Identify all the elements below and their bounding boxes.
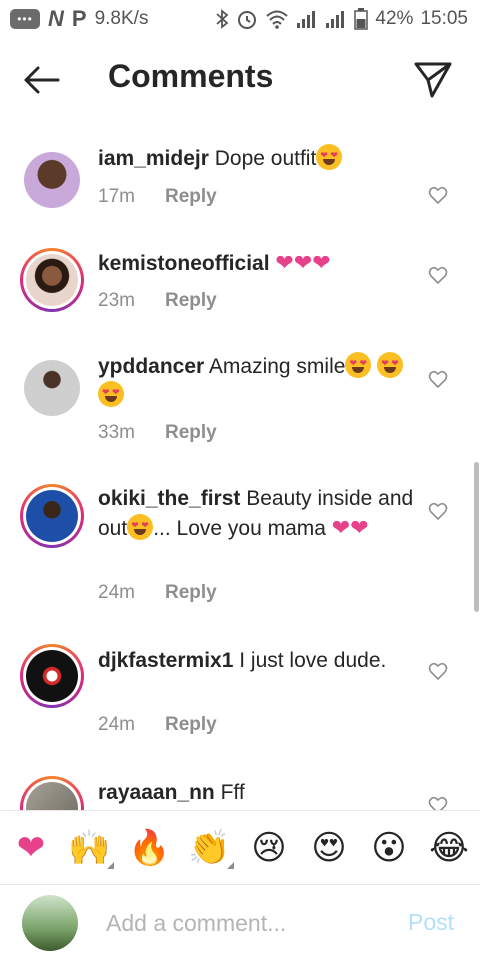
scrollbar[interactable]: [474, 462, 479, 612]
comment-username[interactable]: rayaaan_nn: [98, 781, 215, 804]
status-bar: ••• N P 9.8K/s 42% 15:05: [0, 0, 480, 38]
send-icon: [414, 62, 452, 98]
reply-button[interactable]: Reply: [165, 422, 217, 443]
comment-meta: 24m Reply: [98, 714, 217, 736]
send-button[interactable]: [410, 58, 454, 102]
emoji-raised-hands-button[interactable]: 🙌: [68, 827, 114, 869]
emoji-clap-button[interactable]: 👏: [188, 827, 234, 869]
emoji-heart-eyes-button[interactable]: 😍: [308, 827, 350, 869]
reply-button[interactable]: Reply: [165, 582, 217, 603]
battery-percent: 42%: [375, 8, 414, 29]
wifi-icon: [265, 9, 289, 29]
heart-outline-icon[interactable]: [428, 186, 448, 206]
comment-text: okiki_the_first Beauty inside and out ❤ ❤.…: [98, 484, 418, 543]
back-button[interactable]: [22, 60, 62, 100]
emoji-heart-button[interactable]: ❤: [10, 827, 52, 869]
comment-username[interactable]: djkfastermix1: [98, 649, 233, 672]
comment-body: I just love dude.: [239, 649, 387, 672]
reply-button[interactable]: Reply: [165, 714, 217, 735]
avatar[interactable]: [20, 356, 84, 420]
pink-heart-emoji: ❤: [312, 250, 331, 275]
heart-eyes-emoji: ❤ ❤: [345, 352, 372, 378]
heart-eyes-emoji: ❤ ❤: [127, 514, 154, 540]
comment-username[interactable]: iam_midejr: [98, 147, 209, 170]
page-title: Comments: [108, 58, 274, 94]
heart-outline-icon[interactable]: [428, 662, 448, 682]
clock: 15:05: [420, 8, 468, 29]
avatar[interactable]: [20, 484, 84, 548]
comment-text: iam_midejr Dope outfit ❤ ❤: [98, 144, 418, 173]
comment-username[interactable]: ypddancer: [98, 355, 204, 378]
heart-outline-icon[interactable]: [428, 370, 448, 390]
signal-icon: [296, 9, 318, 29]
header: Comments: [0, 38, 480, 122]
comment-username[interactable]: kemistoneofficial: [98, 252, 270, 275]
comment-meta: 23m Reply: [98, 290, 217, 312]
bluetooth-icon: [215, 9, 229, 29]
avatar[interactable]: [20, 776, 84, 810]
comment-body: Fff: [220, 781, 245, 804]
comment-time: 24m: [98, 714, 135, 735]
comment-time: 23m: [98, 290, 135, 311]
avatar[interactable]: [20, 644, 84, 708]
p-app-icon: P: [71, 6, 87, 31]
pink-heart-emoji: ❤: [331, 515, 351, 540]
comment-time: 33m: [98, 422, 135, 443]
heart-eyes-emoji: ❤ ❤: [316, 144, 343, 170]
emoji-laughing-button[interactable]: 😂: [428, 827, 470, 869]
battery-icon: [354, 8, 369, 30]
comment-body: Dope outfit: [214, 147, 317, 170]
comment-input[interactable]: [106, 905, 386, 941]
comment-composer: Post: [0, 884, 480, 960]
comment-text: djkfastermix1 I just love dude.: [98, 646, 418, 675]
comment-text: kemistoneofficial ❤❤❤: [98, 248, 418, 278]
heart-outline-icon[interactable]: [428, 502, 448, 522]
post-button[interactable]: Post: [408, 909, 454, 936]
comment-meta: 24m Reply: [98, 582, 217, 604]
comment-body: Amazing smile: [208, 355, 346, 378]
comment-text: ypddancer Amazing smile ❤ ❤ ❤ ❤ ❤ ❤: [98, 352, 418, 410]
comment-time: 17m: [98, 186, 135, 207]
emoji-fire-button[interactable]: 🔥: [128, 827, 170, 869]
signal-2-icon: [325, 9, 347, 29]
alarm-icon: [236, 8, 258, 30]
user-avatar: [22, 895, 78, 951]
comment-body-2: ... Love you mama: [153, 517, 326, 540]
network-speed: 9.8K/s: [94, 8, 149, 29]
avatar[interactable]: [20, 148, 84, 212]
comment-meta: 17m Reply: [98, 186, 217, 208]
chat-bubble-icon: •••: [10, 9, 40, 29]
comment-meta: 33m Reply: [98, 422, 217, 444]
comments-list[interactable]: iam_midejr Dope outfit ❤ ❤ 17m Reply kemist…: [0, 122, 480, 810]
emoji-crying-button[interactable]: 😢: [248, 827, 290, 869]
heart-eyes-emoji: ❤ ❤: [377, 352, 404, 378]
emoji-surprised-button[interactable]: 😮: [368, 827, 410, 869]
n-app-icon: N: [48, 6, 64, 31]
comment-text: rayaaan_nn Fff: [98, 778, 418, 807]
comment-time: 24m: [98, 582, 135, 603]
avatar[interactable]: [20, 248, 84, 312]
comment-username[interactable]: okiki_the_first: [98, 487, 240, 510]
reply-button[interactable]: Reply: [165, 186, 217, 207]
pink-heart-emoji: ❤: [293, 250, 313, 275]
back-arrow-icon: [24, 66, 60, 94]
heart-eyes-emoji: ❤ ❤: [98, 381, 124, 407]
heart-outline-icon[interactable]: [428, 266, 448, 286]
pink-heart-emoji: ❤: [275, 250, 294, 275]
emoji-quick-bar: ❤ 🙌 🔥 👏 😢 😍 😮 😂: [0, 810, 480, 884]
reply-button[interactable]: Reply: [165, 290, 217, 311]
pink-heart-emoji: ❤: [350, 515, 369, 540]
heart-outline-icon[interactable]: [428, 796, 448, 810]
